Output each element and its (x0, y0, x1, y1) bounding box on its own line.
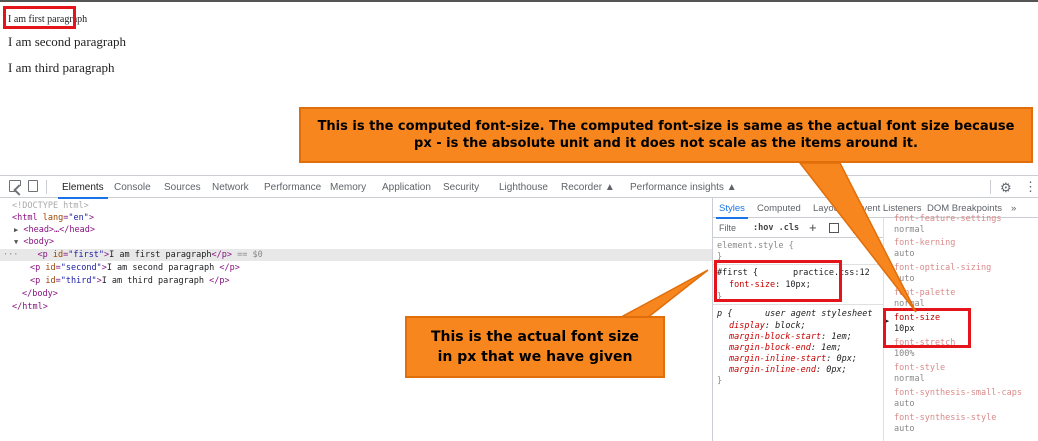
tab-security[interactable]: Security (443, 182, 479, 193)
tab-network[interactable]: Network (212, 182, 249, 193)
expand-triangle-icon[interactable]: ▶ (14, 226, 18, 234)
computed-font-synthesis-style[interactable]: font-synthesis-style auto (894, 413, 996, 435)
collapse-triangle-icon[interactable]: ▼ (14, 238, 18, 246)
computed-font-feature-settings[interactable]: font-feature-settings normal (894, 214, 1001, 236)
more-options-icon[interactable]: ⋮ (1024, 179, 1037, 195)
ua-rule-source: user agent stylesheet (765, 309, 873, 319)
ua-prop-margin-block-start[interactable]: margin-block-start: 1em; (729, 332, 852, 343)
subtab-computed[interactable]: Computed (757, 203, 801, 214)
computed-font-synthesis-small-caps[interactable]: font-synthesis-small-caps auto (894, 388, 1022, 410)
dom-body-close[interactable]: </body> (22, 288, 58, 300)
subtab-event-listeners[interactable]: Event Listeners (856, 203, 921, 214)
third-paragraph: I am third paragraph (8, 60, 115, 75)
computed-font-optical-sizing[interactable]: font-optical-sizing auto (894, 263, 991, 285)
rule-separator (713, 304, 883, 305)
subtab-styles[interactable]: Styles (716, 203, 748, 219)
dom-head-collapsed[interactable]: ▶ <head>…</head> (14, 224, 95, 236)
second-paragraph: I am second paragraph (8, 34, 127, 49)
ua-prop-margin-inline-end[interactable]: margin-inline-end: 0px; (729, 365, 847, 376)
tab-performance[interactable]: Performance (264, 182, 321, 193)
element-style-rule[interactable]: element.style { (717, 241, 794, 252)
first-paragraph-highlight (3, 6, 76, 29)
styles-filter-bar: Filte :hov .cls + (713, 218, 883, 238)
toolbar-separator-right (990, 180, 991, 194)
ua-prop-margin-inline-start[interactable]: margin-inline-start: 0px; (729, 354, 857, 365)
toolbar-separator (46, 180, 47, 194)
tab-recorder[interactable]: Recorder ▲ (561, 182, 615, 193)
tab-memory[interactable]: Memory (330, 182, 366, 193)
selected-node-marker: == $0 (237, 250, 263, 260)
subtab-layout[interactable]: Layout (813, 203, 842, 214)
computed-font-kerning[interactable]: font-kerning auto (894, 238, 955, 260)
devtools-toolbar: Elements Console Sources Network Perform… (0, 176, 1038, 199)
tab-sources[interactable]: Sources (164, 182, 201, 193)
dom-doctype[interactable]: <!DOCTYPE html> (12, 200, 89, 212)
device-toggle-icon[interactable] (28, 180, 38, 192)
computed-font-size-highlight (883, 308, 971, 348)
styles-filter-input[interactable]: Filte (719, 223, 736, 233)
tab-lighthouse[interactable]: Lighthouse (499, 182, 548, 193)
ua-rule-selector[interactable]: p { (717, 309, 732, 320)
first-rule-highlight (714, 260, 842, 302)
computed-font-palette[interactable]: font-palette normal (894, 288, 955, 310)
new-rule-plus-icon[interactable]: + (809, 220, 817, 235)
ua-prop-display[interactable]: display: block; (729, 321, 806, 332)
dom-p-second[interactable]: <p id="second">I am second paragraph </p… (30, 262, 240, 274)
computed-styles-toggle-icon[interactable] (829, 223, 839, 233)
dom-html-open[interactable]: <html lang="en"> (12, 212, 94, 224)
dom-body-open[interactable]: ▼ <body> (14, 236, 54, 248)
sidebar-toggle-icon[interactable] (853, 223, 863, 233)
tab-performance-insights[interactable]: Performance insights ▲ (630, 182, 737, 193)
hov-cls-toggle[interactable]: :hov .cls (753, 223, 799, 233)
dom-p-first-selected[interactable]: ··· <p id="first">I am first paragraph</… (0, 249, 712, 261)
tab-application[interactable]: Application (382, 182, 431, 193)
subtab-dom-breakpoints[interactable]: DOM Breakpoints (927, 203, 1002, 214)
inspect-element-icon[interactable] (9, 180, 21, 192)
actual-font-size-callout: This is the actual font size in px that … (405, 316, 665, 378)
ua-prop-margin-block-end[interactable]: margin-block-end: 1em; (729, 343, 842, 354)
computed-font-size-callout: This is the computed font-size. The comp… (299, 107, 1033, 163)
ua-rule-close: } (717, 376, 723, 386)
dom-p-third[interactable]: <p id="third">I am third paragraph </p> (30, 275, 230, 287)
computed-font-style[interactable]: font-style normal (894, 363, 945, 385)
ellipsis-icon[interactable]: ··· (3, 250, 18, 260)
subtab-more[interactable]: » (1011, 203, 1016, 214)
dom-html-close[interactable]: </html> (12, 301, 48, 313)
gear-icon[interactable]: ⚙ (1000, 180, 1012, 196)
tab-elements[interactable]: Elements (58, 182, 108, 199)
tab-console[interactable]: Console (114, 182, 151, 193)
